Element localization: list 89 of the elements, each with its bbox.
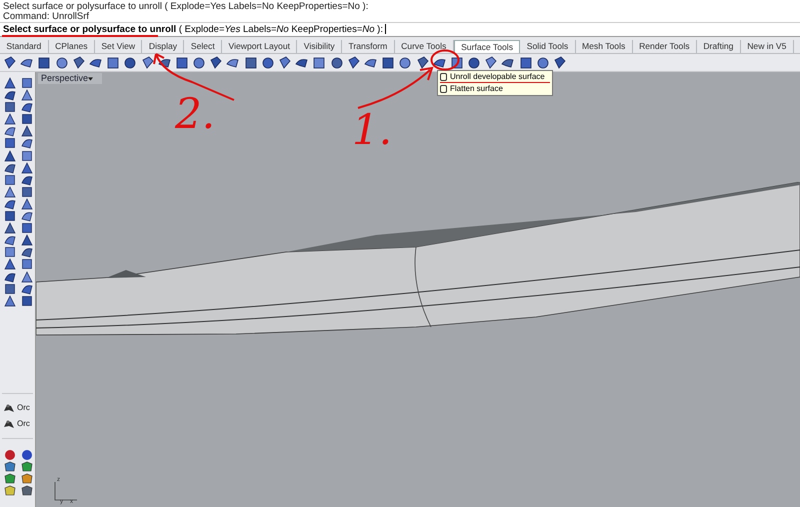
toolbar-tab[interactable]: Viewport Layout <box>222 40 298 53</box>
tool-icon[interactable] <box>21 137 33 150</box>
tool-icon[interactable] <box>21 89 33 102</box>
toolbar-tool-icon[interactable] <box>123 56 138 70</box>
shape-tool-icon[interactable] <box>21 484 33 497</box>
shape-tool-icon[interactable] <box>4 484 16 497</box>
tool-icon[interactable] <box>4 258 16 270</box>
tool-icon[interactable] <box>21 174 33 186</box>
annotation-number: 2. <box>175 92 216 136</box>
menu-item[interactable]: Unroll developable surface <box>440 72 550 83</box>
toolbar-tab[interactable]: Set View <box>94 40 142 53</box>
tool-icon[interactable] <box>4 198 16 210</box>
toolbar-tab[interactable]: Select <box>184 40 222 53</box>
tool-icon[interactable] <box>4 77 16 89</box>
toolbar-tab[interactable]: Visibility <box>297 40 342 53</box>
tool-icon[interactable] <box>4 101 16 114</box>
tool-icon[interactable] <box>4 186 16 198</box>
tool-icon[interactable] <box>21 186 33 198</box>
shape-tool-icon[interactable] <box>21 472 33 485</box>
command-history-line: Command: UnrollSrf <box>3 12 90 22</box>
toolbar-tab[interactable]: Transform <box>342 40 395 53</box>
annotation-circle <box>430 49 460 71</box>
toolbar-tab[interactable]: Surface Tools <box>454 40 520 53</box>
toolbar-tab[interactable]: Render Tools <box>632 40 697 53</box>
tool-icon[interactable] <box>4 150 16 162</box>
command-line-field[interactable]: Select surface or polysurface to unroll ( Explode=Yes Labels=No KeepProperties=No ): <box>0 22 800 37</box>
toolbar-tab[interactable]: CPlanes <box>48 40 95 53</box>
tool-icon[interactable] <box>21 294 33 307</box>
toolbar-tool-icon[interactable] <box>381 56 396 70</box>
tool-icon[interactable] <box>4 294 16 307</box>
tool-icon[interactable] <box>4 246 16 258</box>
tool-icon[interactable] <box>4 137 16 150</box>
tool-icon[interactable] <box>4 282 16 295</box>
tool-icon[interactable] <box>21 125 33 138</box>
tool-icon[interactable] <box>4 210 16 222</box>
toolbar-tool-icon[interactable] <box>536 56 550 70</box>
toolbar-tool-icon[interactable] <box>244 56 258 70</box>
tool-icon[interactable] <box>4 270 16 282</box>
tool-icon[interactable] <box>21 150 33 162</box>
toolbar-tool-icon[interactable] <box>398 56 412 70</box>
toolbar-tab[interactable]: Display <box>142 40 184 53</box>
tool-icon[interactable] <box>4 125 16 138</box>
toolbar-tool-icon[interactable] <box>260 56 275 70</box>
toolbar-tool-icon[interactable] <box>518 56 533 70</box>
toolbar-tab[interactable]: Mesh Tools <box>576 40 633 53</box>
tool-icon[interactable] <box>4 113 16 126</box>
tool-icon[interactable] <box>21 222 33 234</box>
toolbar-tab[interactable]: Standard <box>0 40 49 53</box>
toolbar-tab[interactable]: Drafting <box>696 40 741 53</box>
tool-icon[interactable] <box>4 174 16 186</box>
tool-icon[interactable] <box>21 113 33 126</box>
toolbar-tool-icon[interactable] <box>174 56 189 70</box>
tool-icon[interactable] <box>4 234 16 246</box>
toolbar-tool-icon[interactable] <box>106 56 120 70</box>
toolbar-tool-icon[interactable] <box>37 56 52 70</box>
menu-item[interactable]: Flatten surface <box>440 84 550 94</box>
gear-figure-icon[interactable] <box>3 402 15 414</box>
tool-label[interactable]: Orc <box>17 403 30 412</box>
tool-icon[interactable] <box>21 258 33 270</box>
shape-tool-icon[interactable] <box>4 448 16 461</box>
tool-icon[interactable] <box>21 198 33 210</box>
toolbar-tab[interactable]: New in V5 <box>740 40 794 53</box>
tool-icon[interactable] <box>21 77 33 89</box>
toolbar-tool-icon[interactable] <box>192 56 206 70</box>
tool-icon[interactable] <box>4 162 16 174</box>
toolbar-tool-icon[interactable] <box>330 56 344 70</box>
tool-label[interactable]: Orc <box>17 419 30 428</box>
toolbar-tab[interactable]: Solid Tools <box>520 40 576 53</box>
shape-tool-icon[interactable] <box>4 472 16 485</box>
annotation-number: 1. <box>352 108 392 152</box>
shape-tool-icon[interactable] <box>4 460 16 473</box>
tool-icon[interactable] <box>21 282 33 295</box>
command-history-line: Select surface or polysurface to unroll ( Explode=Yes Labels=No KeepProperties=No ): <box>3 2 370 12</box>
tool-icon[interactable] <box>21 270 33 282</box>
toolbar-tool-icon[interactable] <box>54 56 69 70</box>
gear-figure-icon[interactable] <box>3 418 15 430</box>
toolbar-tool-icon[interactable] <box>312 56 326 70</box>
viewport-title-tab[interactable]: Perspective <box>38 73 102 84</box>
tool-icon[interactable] <box>21 246 33 258</box>
caret-icon[interactable] <box>88 77 93 81</box>
tool-icon[interactable] <box>21 210 33 222</box>
shape-tool-icon[interactable] <box>21 448 33 461</box>
tool-icon[interactable] <box>21 101 33 114</box>
toolbar-tool-icon[interactable] <box>467 56 482 70</box>
tool-icon[interactable] <box>4 222 16 234</box>
shape-tool-icon[interactable] <box>21 460 33 473</box>
tool-icon[interactable] <box>21 162 33 174</box>
tool-icon[interactable] <box>21 234 33 246</box>
tool-icon[interactable] <box>4 89 16 102</box>
